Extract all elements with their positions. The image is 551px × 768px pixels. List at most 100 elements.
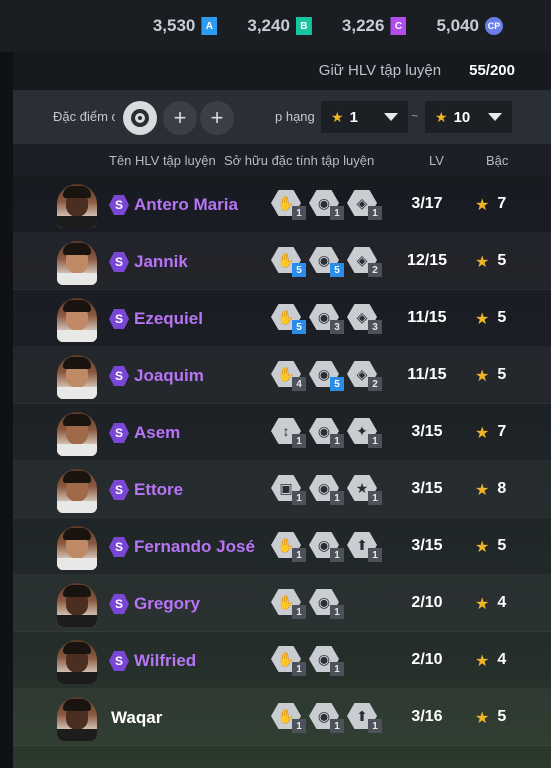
coach-grade: ★ 8 — [475, 480, 506, 500]
trait-filter-label: Đặc điểm c — [53, 109, 115, 124]
trait-level-badge: 1 — [330, 206, 344, 220]
special-grade-icon: S — [109, 252, 129, 272]
coach-row[interactable]: S Ezequiel ✋ 5 ◉ 3 ◈ 3 11/15 ★ 5 — [13, 290, 551, 347]
coach-grade-value: 5 — [497, 252, 507, 269]
training-trait-icon[interactable]: ◈ 3 — [347, 304, 382, 334]
training-trait-icon[interactable]: ✋ 1 — [271, 646, 306, 676]
trait-level-badge: 1 — [330, 719, 344, 733]
currency-c-amount: 3,226 — [341, 16, 385, 35]
training-trait-icon[interactable]: ◉ 3 — [309, 304, 344, 334]
trait-level-badge: 5 — [292, 263, 306, 277]
coach-row[interactable]: Waqar ✋ 1 ◉ 1 ⬆ 1 3/16 ★ 5 — [13, 689, 551, 746]
add-trait-filter-button-1[interactable]: + — [163, 101, 197, 135]
training-trait-icon[interactable]: ✋ 5 — [271, 247, 306, 277]
star-icon: ★ — [475, 197, 490, 214]
currency-b-amount: 3,240 — [247, 16, 290, 35]
coach-level: 2/10 — [411, 651, 443, 668]
coach-avatar — [57, 355, 97, 399]
coach-name: Wilfried — [134, 651, 197, 670]
training-trait-icon[interactable]: ✋ 4 — [271, 361, 306, 391]
training-trait-icon[interactable]: ✋ 5 — [271, 304, 306, 334]
training-trait-icon[interactable]: ⬆ 1 — [347, 532, 382, 562]
currency-a-amount: 3,530 — [152, 16, 196, 35]
coach-row[interactable]: S Ettore ▣ 1 ◉ 1 ★ 1 3/15 ★ 8 — [13, 461, 551, 518]
coach-traits: ✋ 5 ◉ 3 ◈ 3 — [271, 304, 382, 334]
training-trait-icon[interactable]: ✋ 1 — [271, 532, 306, 562]
coach-grade: ★ 5 — [475, 708, 506, 728]
coach-list-panel: Giữ HLV tập luyện 55/200 Đặc điểm c + + … — [13, 52, 551, 768]
coach-row[interactable]: S Antero Maria ✋ 1 ◉ 1 ◈ 1 3/17 ★ 7 — [13, 176, 551, 233]
trait-level-badge: 1 — [292, 605, 306, 619]
column-grade[interactable]: Bậc — [486, 153, 508, 168]
coach-avatar — [57, 412, 97, 456]
training-trait-icon[interactable]: ✋ 1 — [271, 703, 306, 733]
coach-traits: ✋ 1 ◉ 1 — [271, 589, 344, 619]
training-trait-icon[interactable]: ↕ 1 — [271, 418, 306, 448]
special-grade-icon: S — [109, 480, 129, 500]
special-grade-icon: S — [109, 423, 129, 443]
column-lv[interactable]: LV — [429, 153, 444, 168]
min-rank-select[interactable]: ★ 1 — [321, 101, 408, 133]
training-trait-icon[interactable]: ◈ 2 — [347, 247, 382, 277]
special-grade-icon: S — [109, 651, 129, 671]
training-trait-icon[interactable]: ✋ 1 — [271, 589, 306, 619]
star-icon: ★ — [475, 653, 490, 670]
training-trait-icon[interactable]: ✋ 1 — [271, 190, 306, 220]
coach-row[interactable]: S Asem ↕ 1 ◉ 1 ✦ 1 3/15 ★ 7 — [13, 404, 551, 461]
coach-row[interactable]: S Joaquim ✋ 4 ◉ 5 ◈ 2 11/15 ★ 5 — [13, 347, 551, 404]
coach-row[interactable]: S Wilfried ✋ 1 ◉ 1 2/10 ★ 4 — [13, 632, 551, 689]
coach-row[interactable]: S Fernando José ✋ 1 ◉ 1 ⬆ 1 3/15 ★ 5 — [13, 518, 551, 575]
chevron-down-icon — [384, 113, 398, 121]
coach-row[interactable]: S Gregory ✋ 1 ◉ 1 2/10 ★ 4 — [13, 575, 551, 632]
trait-level-badge: 1 — [292, 548, 306, 562]
training-trait-icon[interactable]: ◉ 1 — [309, 418, 344, 448]
star-icon: ★ — [435, 108, 448, 125]
trait-level-badge: 1 — [368, 491, 382, 505]
trait-level-badge: 1 — [368, 548, 382, 562]
trait-filter-selected-button[interactable] — [123, 101, 157, 135]
training-trait-icon[interactable]: ◈ 1 — [347, 190, 382, 220]
training-trait-icon[interactable]: ◈ 2 — [347, 361, 382, 391]
coach-avatar — [57, 184, 97, 228]
training-trait-icon[interactable]: ◉ 1 — [309, 646, 344, 676]
coach-grade: ★ 5 — [475, 252, 506, 272]
coach-grade-value: 4 — [497, 594, 507, 611]
column-traits[interactable]: Sở hữu đặc tính tập luyện — [224, 153, 374, 168]
training-trait-icon[interactable]: ▣ 1 — [271, 475, 306, 505]
chevron-down-icon — [488, 113, 502, 121]
coach-grade: ★ 7 — [475, 195, 506, 215]
max-rank-value: 10 — [453, 108, 471, 126]
training-trait-icon[interactable]: ◉ 1 — [309, 475, 344, 505]
coach-name: Waqar — [111, 708, 163, 727]
trait-level-badge: 5 — [330, 263, 344, 277]
training-trait-icon[interactable]: ◉ 5 — [309, 361, 344, 391]
star-icon: ★ — [475, 482, 490, 499]
special-grade-icon: S — [109, 537, 129, 557]
coach-row[interactable]: S Jannik ✋ 5 ◉ 5 ◈ 2 12/15 ★ 5 — [13, 233, 551, 290]
star-icon: ★ — [331, 108, 344, 125]
star-icon: ★ — [475, 368, 490, 385]
filter-bar: Đặc điểm c + + p hạng ★ 1 ~ ★ 10 — [13, 90, 551, 144]
training-trait-icon[interactable]: ✦ 1 — [347, 418, 382, 448]
trait-level-badge: 1 — [292, 662, 306, 676]
coach-grade: ★ 5 — [475, 537, 506, 557]
training-trait-icon[interactable]: ⬆ 1 — [347, 703, 382, 733]
coach-grade-value: 5 — [497, 366, 507, 383]
training-trait-icon[interactable]: ★ 1 — [347, 475, 382, 505]
currency-cp: 5,040 CP — [436, 16, 503, 36]
training-trait-icon[interactable]: ◉ 5 — [309, 247, 344, 277]
coach-avatar — [57, 640, 97, 684]
training-trait-icon[interactable]: ◉ 1 — [309, 703, 344, 733]
star-icon: ★ — [475, 596, 490, 613]
special-grade-icon: S — [109, 309, 129, 329]
column-name[interactable]: Tên HLV tập luyện — [109, 153, 216, 168]
coach-level: 3/15 — [411, 423, 443, 440]
max-rank-select[interactable]: ★ 10 — [425, 101, 512, 133]
training-trait-icon[interactable]: ◉ 1 — [309, 589, 344, 619]
coach-avatar — [57, 241, 97, 285]
currency-b: 3,240 B — [247, 16, 312, 36]
add-trait-filter-button-2[interactable]: + — [200, 101, 234, 135]
training-trait-icon[interactable]: ◉ 1 — [309, 532, 344, 562]
training-trait-icon[interactable]: ◉ 1 — [309, 190, 344, 220]
currency-c-icon: C — [390, 17, 407, 35]
